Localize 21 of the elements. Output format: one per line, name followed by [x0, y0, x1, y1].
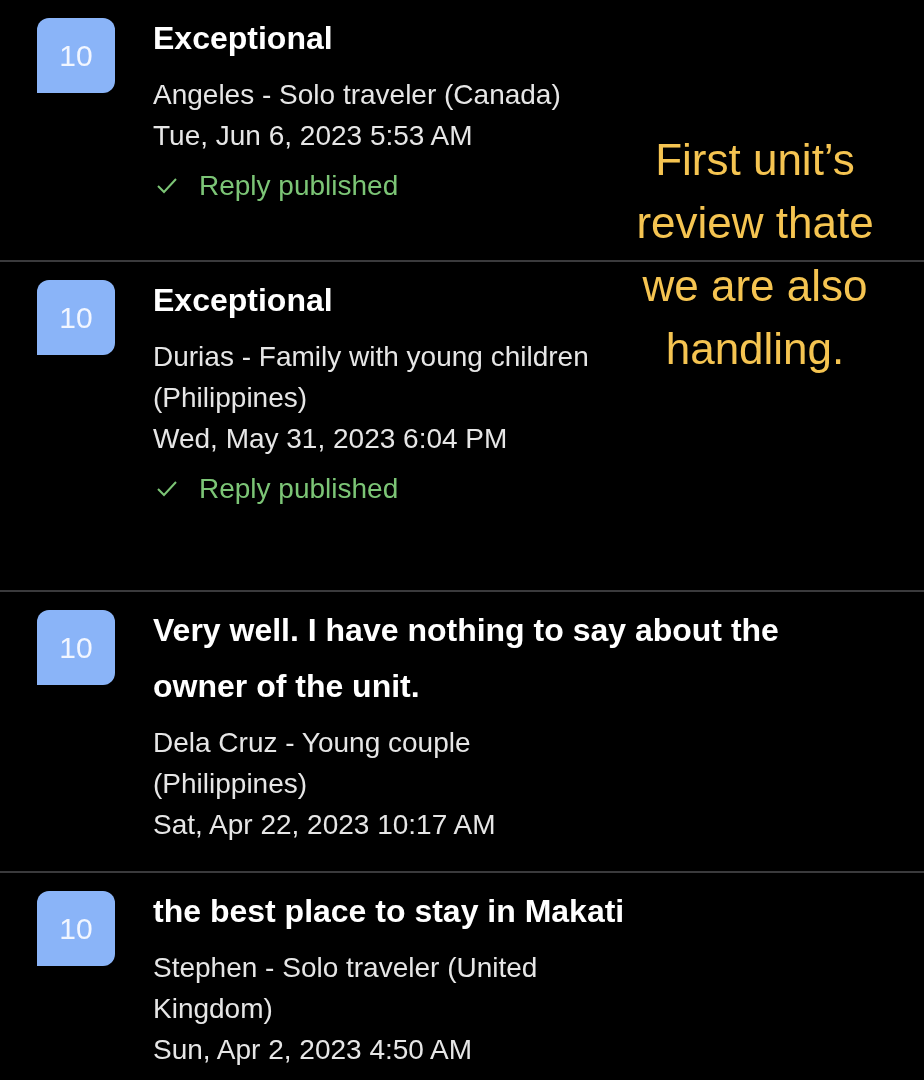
review-title: Exceptional — [153, 19, 333, 58]
reviewer-info: Stephen - Solo traveler (United Kingdom) — [153, 951, 539, 1026]
reply-status: Reply published — [199, 473, 399, 505]
check-icon — [157, 481, 177, 497]
reviewer-info: Durias - Family with young children (Philippines) — [153, 340, 590, 415]
review-title: the best place to stay in Makati — [153, 892, 625, 931]
review-title: Very well. I have nothing to say about the owner of the unit. — [153, 611, 780, 706]
reviewer-info: Dela Cruz - Young couple (Philippines) — [153, 726, 472, 801]
check-icon — [157, 178, 177, 194]
review-date: Wed, May 31, 2023 6:04 PM — [153, 422, 508, 456]
score-badge: 10 — [37, 610, 115, 685]
review-date: Sun, Apr 2, 2023 4:50 AM — [153, 1033, 473, 1067]
annotation-text: First unit’s review thate we are also handling. — [635, 134, 875, 375]
reply-status: Reply published — [199, 170, 399, 202]
reviewer-info: Angeles - Solo traveler (Canada) — [153, 78, 561, 112]
score-badge: 10 — [37, 280, 115, 355]
score-badge: 10 — [37, 18, 115, 93]
review-title: Exceptional — [153, 281, 333, 320]
score-badge: 10 — [37, 891, 115, 966]
review-date: Tue, Jun 6, 2023 5:53 AM — [153, 119, 473, 153]
review-date: Sat, Apr 22, 2023 10:17 AM — [153, 808, 496, 842]
